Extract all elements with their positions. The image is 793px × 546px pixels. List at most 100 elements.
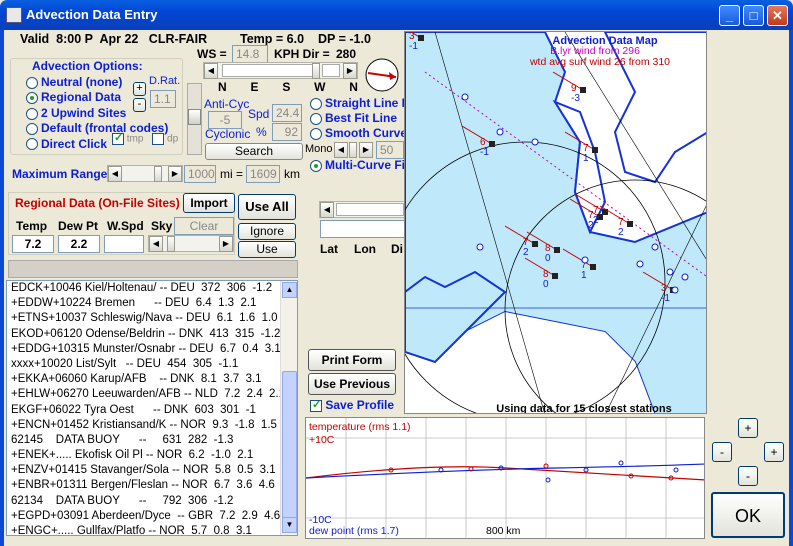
unused-station-marker[interactable] — [531, 138, 539, 146]
anticyc-slider[interactable] — [187, 83, 202, 155]
ws-field[interactable]: 14.8 — [232, 45, 268, 63]
station-marker[interactable] — [552, 273, 558, 279]
unused-station-marker[interactable] — [666, 268, 674, 276]
save-profile-check[interactable] — [310, 398, 322, 412]
clear-field[interactable]: Clear — [174, 217, 234, 235]
fit-multi[interactable]: Multi-Curve Fi — [310, 158, 405, 172]
radio-straight[interactable] — [310, 97, 322, 110]
mono-thumb[interactable] — [349, 142, 357, 158]
unused-station-marker[interactable] — [636, 260, 644, 268]
station-marker[interactable] — [418, 35, 424, 41]
dew-input[interactable]: 2.2 — [58, 235, 100, 253]
station-row[interactable]: +ENCN+01452 Kristiansand/K -- NOR 9.3 -1… — [7, 418, 297, 433]
unused-station-marker[interactable] — [461, 93, 469, 101]
title-bar[interactable]: Advection Data Entry _ □ ✕ — [0, 0, 793, 30]
station-marker[interactable] — [554, 247, 560, 253]
station-row[interactable]: +EDDG+10315 Munster/Osnabr -- DEU 6.7 0.… — [7, 342, 297, 357]
range-left-icon[interactable]: ◀ — [108, 166, 122, 182]
unused-station-marker[interactable] — [671, 286, 679, 294]
station-marker[interactable] — [590, 264, 596, 270]
use-previous-button[interactable]: Use Previous — [308, 373, 396, 395]
range-right-icon[interactable]: ▶ — [168, 166, 182, 182]
pct-field[interactable]: 92 — [272, 123, 302, 141]
radio-2-upwind[interactable] — [26, 107, 38, 120]
station-row[interactable]: +ENEK+..... Ekofisk Oil Pl -- NOR 6.2 -1… — [7, 448, 297, 463]
radio-multi[interactable] — [310, 159, 322, 172]
range-km-field[interactable]: 1609 — [246, 165, 280, 183]
station-marker[interactable] — [627, 221, 633, 227]
station-row[interactable]: +ENBR+01311 Bergen/Fleslan -- NOR 6.7 3.… — [7, 478, 297, 493]
sky-left-icon[interactable]: ◀ — [149, 236, 163, 252]
sky-thumb[interactable] — [167, 236, 175, 252]
direct-click-check[interactable] — [112, 131, 124, 145]
spd-field[interactable]: 24.4 — [272, 104, 302, 122]
wind-dir-scrollbar[interactable]: ◀ ▶ — [203, 62, 358, 79]
station-list[interactable]: EDCK+10046 Kiel/Holtenau/ -- DEU 372 306… — [6, 280, 298, 536]
minimize-button[interactable]: _ — [719, 5, 740, 26]
station-row[interactable]: +ENZV+01415 Stavanger/Sola -- NOR 5.8 0.… — [7, 463, 297, 478]
import-button[interactable]: Import — [183, 193, 235, 213]
station-row[interactable]: +EHLW+06270 Leeuwarden/AFB -- NLD 7.2 2.… — [7, 387, 297, 402]
unused-station-marker[interactable] — [476, 243, 484, 251]
station-row[interactable]: EKOD+06120 Odense/Beldrin -- DNK 413 315… — [7, 327, 297, 342]
dp-check[interactable] — [152, 133, 165, 145]
radio-regional[interactable] — [26, 92, 38, 105]
range-mi-field[interactable]: 1000 — [184, 165, 216, 183]
station-row[interactable]: +EGPD+03091 Aberdeen/Dyce -- GBR 7.2 2.9… — [7, 509, 297, 524]
drat-plus-button[interactable]: + — [133, 82, 146, 96]
station-row[interactable]: 62145 DATA BUOY -- 631 282 -1.3 — [7, 433, 297, 448]
nav-left-button[interactable]: - — [712, 442, 732, 462]
drat-minus-button[interactable]: - — [133, 98, 146, 112]
station-marker[interactable] — [489, 141, 495, 147]
nav-right-button[interactable]: + — [764, 442, 784, 462]
use-button[interactable]: Use — [238, 241, 296, 258]
station-marker[interactable] — [592, 147, 598, 153]
range-thumb[interactable] — [154, 166, 162, 182]
temp-input[interactable]: 7.2 — [12, 235, 54, 253]
list-up-icon[interactable]: ▲ — [282, 282, 297, 298]
scroll-right-icon[interactable]: ▶ — [343, 63, 357, 79]
station-row[interactable]: xxxx+10020 List/Sylt -- DEU 454 305 -1.1 — [7, 357, 297, 372]
station-marker[interactable] — [597, 214, 603, 220]
station-row[interactable]: 62134 DATA BUOY -- 792 306 -1.2 — [7, 494, 297, 509]
scroll-left-icon[interactable]: ◀ — [204, 63, 218, 79]
station-marker[interactable] — [580, 87, 586, 93]
close-button[interactable]: ✕ — [767, 5, 788, 26]
use-all-button[interactable]: Use All — [238, 194, 296, 220]
radio-default[interactable] — [26, 123, 38, 136]
station-row[interactable]: EDCK+10046 Kiel/Holtenau/ -- DEU 372 306… — [7, 281, 297, 296]
latlon-field[interactable] — [320, 220, 405, 238]
unused-station-marker[interactable] — [651, 243, 659, 251]
radio-smooth[interactable] — [310, 128, 322, 141]
station-row[interactable]: +ENGC+..... Gullfax/Platfo -- NOR 5.7 0.… — [7, 524, 297, 535]
anticyc-thumb[interactable] — [188, 109, 201, 125]
option-neutral[interactable]: Neutral (none) — [26, 75, 168, 90]
max-range-scrollbar[interactable]: ◀ ▶ — [107, 165, 183, 182]
station-list-scrollbar[interactable]: ▲ ▼ — [280, 281, 297, 535]
radio-best[interactable] — [310, 113, 322, 126]
scroll-thumb[interactable] — [312, 63, 320, 79]
radio-direct-click[interactable] — [26, 138, 38, 151]
wspd-input[interactable] — [104, 235, 144, 253]
latlon-left-icon[interactable]: ◀ — [320, 202, 334, 218]
unused-station-marker[interactable] — [496, 128, 504, 136]
list-down-icon[interactable]: ▼ — [282, 517, 297, 533]
ok-button[interactable]: OK — [711, 492, 785, 538]
fit-straight[interactable]: Straight Line I — [310, 96, 407, 111]
station-row[interactable]: +ETNS+10037 Schleswig/Nava -- DEU 6.1 1.… — [7, 311, 297, 326]
maximize-button[interactable]: □ — [743, 5, 764, 26]
station-row[interactable]: +EDDW+10224 Bremen -- DEU 6.4 1.3 2.1 — [7, 296, 297, 311]
ignore-button[interactable]: Ignore — [238, 223, 296, 240]
station-row[interactable]: +EKKA+06060 Karup/AFB -- DNK 8.1 3.7 3.1 — [7, 372, 297, 387]
latlon-scrollbar[interactable]: ◀ — [319, 201, 405, 218]
print-form-button[interactable]: Print Form — [308, 349, 396, 371]
station-row[interactable]: EKGF+06022 Tyra Oest -- DNK 603 301 -1 — [7, 403, 297, 418]
sky-right-icon[interactable]: ▶ — [219, 236, 233, 252]
unused-station-marker[interactable] — [681, 273, 689, 281]
sky-scrollbar[interactable]: ◀ ▶ — [148, 235, 234, 252]
mono-left-icon[interactable]: ◀ — [334, 142, 348, 158]
option-regional[interactable]: Regional Data — [26, 90, 168, 105]
station-marker[interactable] — [532, 241, 538, 247]
unused-station-marker[interactable] — [581, 256, 589, 264]
fit-smooth[interactable]: Smooth Curve — [310, 126, 407, 141]
